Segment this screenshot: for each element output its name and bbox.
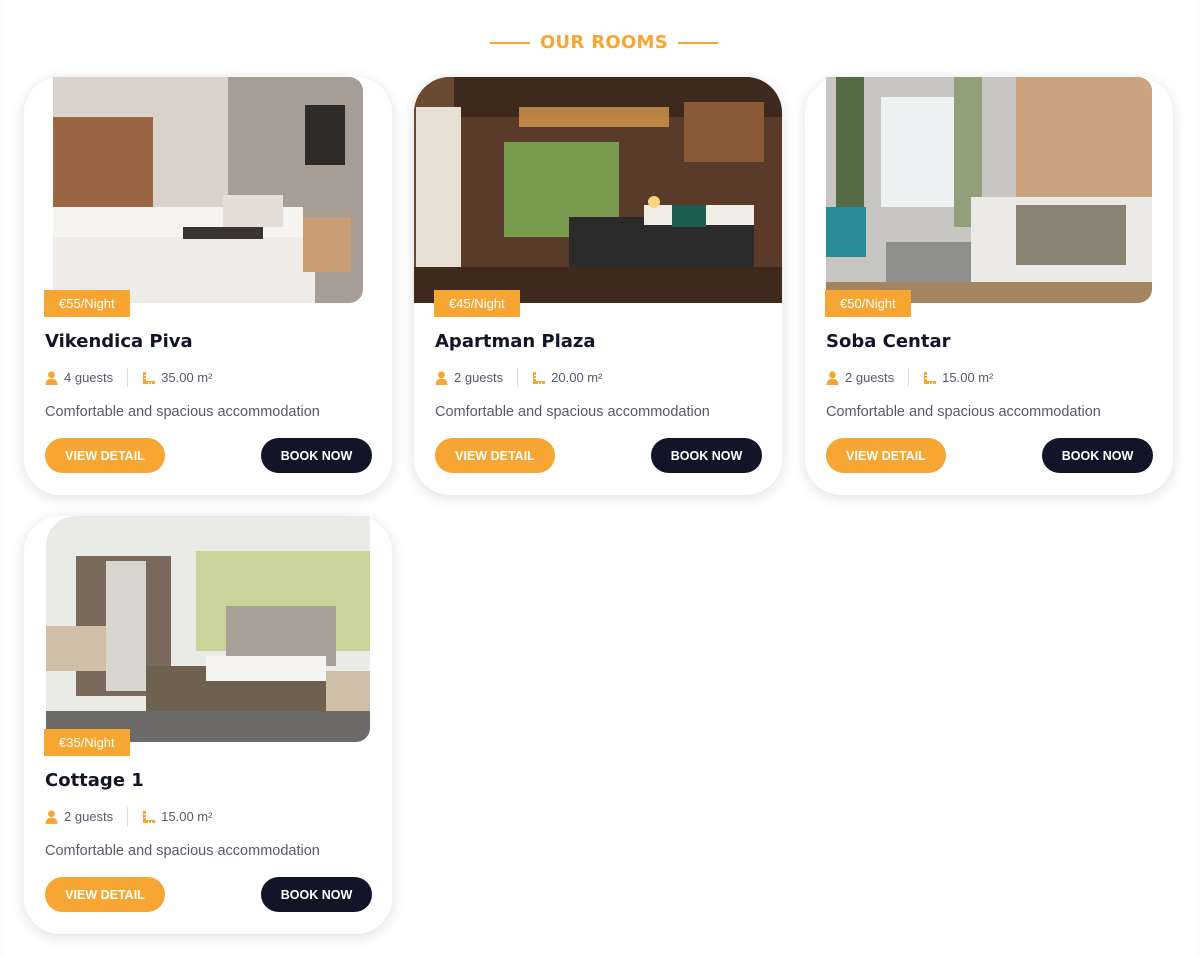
- ruler-area-icon: [923, 371, 937, 385]
- room-title[interactable]: Soba Centar: [826, 331, 951, 352]
- user-icon: [45, 809, 58, 824]
- book-now-button[interactable]: BOOK NOW: [261, 877, 372, 912]
- book-now-button[interactable]: BOOK NOW: [1042, 438, 1153, 473]
- price-badge: €50/Night: [825, 290, 911, 317]
- section-title: OUR ROOMS: [539, 32, 669, 53]
- meta-divider: [908, 368, 910, 387]
- meta-divider: [127, 807, 129, 826]
- room-photo[interactable]: [53, 77, 363, 303]
- user-icon: [435, 370, 448, 385]
- price-badge: €45/Night: [434, 290, 520, 317]
- guests-count: 2 guests: [454, 370, 504, 385]
- heading-line-left: [489, 41, 530, 44]
- heading-line-right: [678, 41, 719, 44]
- user-icon: [45, 370, 58, 385]
- room-card: €50/Night Soba Centar 2 guests 15.00 m² …: [805, 77, 1173, 495]
- room-description: Comfortable and spacious accommodation: [826, 404, 1101, 420]
- room-description: Comfortable and spacious accommodation: [45, 843, 320, 859]
- price-badge: €35/Night: [44, 729, 130, 756]
- room-area: 20.00 m²: [551, 370, 603, 385]
- room-meta: 2 guests 20.00 m²: [435, 368, 602, 387]
- room-photo[interactable]: [414, 77, 782, 303]
- section-heading: OUR ROOMS: [4, 32, 1200, 53]
- price-badge: €55/Night: [44, 290, 130, 317]
- room-meta: 2 guests 15.00 m²: [826, 368, 993, 387]
- view-detail-button[interactable]: VIEW DETAIL: [826, 438, 946, 473]
- view-detail-button[interactable]: VIEW DETAIL: [45, 438, 165, 473]
- room-photo[interactable]: [46, 516, 370, 742]
- room-area: 35.00 m²: [161, 370, 213, 385]
- room-meta: 2 guests 15.00 m²: [45, 807, 212, 826]
- book-now-button[interactable]: BOOK NOW: [651, 438, 762, 473]
- guests-count: 2 guests: [845, 370, 895, 385]
- room-title[interactable]: Vikendica Piva: [45, 331, 193, 352]
- room-description: Comfortable and spacious accommodation: [435, 404, 710, 420]
- room-description: Comfortable and spacious accommodation: [45, 404, 320, 420]
- guests-count: 2 guests: [64, 809, 114, 824]
- room-area: 15.00 m²: [161, 809, 213, 824]
- room-title[interactable]: Apartman Plaza: [435, 331, 596, 352]
- room-area: 15.00 m²: [942, 370, 994, 385]
- room-photo[interactable]: [826, 77, 1152, 303]
- page: OUR ROOMS €55/Night Vikendica Piva 4 gue…: [4, 0, 1196, 958]
- room-card: €45/Night Apartman Plaza 2 guests 20.00 …: [414, 77, 782, 495]
- room-card: €35/Night Cottage 1 2 guests 15.00 m² Co…: [24, 516, 392, 934]
- meta-divider: [127, 368, 129, 387]
- guests-count: 4 guests: [64, 370, 114, 385]
- meta-divider: [517, 368, 519, 387]
- ruler-area-icon: [142, 371, 156, 385]
- view-detail-button[interactable]: VIEW DETAIL: [45, 877, 165, 912]
- room-title[interactable]: Cottage 1: [45, 770, 144, 791]
- view-detail-button[interactable]: VIEW DETAIL: [435, 438, 555, 473]
- room-card: €55/Night Vikendica Piva 4 guests 35.00 …: [24, 77, 392, 495]
- book-now-button[interactable]: BOOK NOW: [261, 438, 372, 473]
- user-icon: [826, 370, 839, 385]
- room-meta: 4 guests 35.00 m²: [45, 368, 212, 387]
- ruler-area-icon: [142, 810, 156, 824]
- ruler-area-icon: [532, 371, 546, 385]
